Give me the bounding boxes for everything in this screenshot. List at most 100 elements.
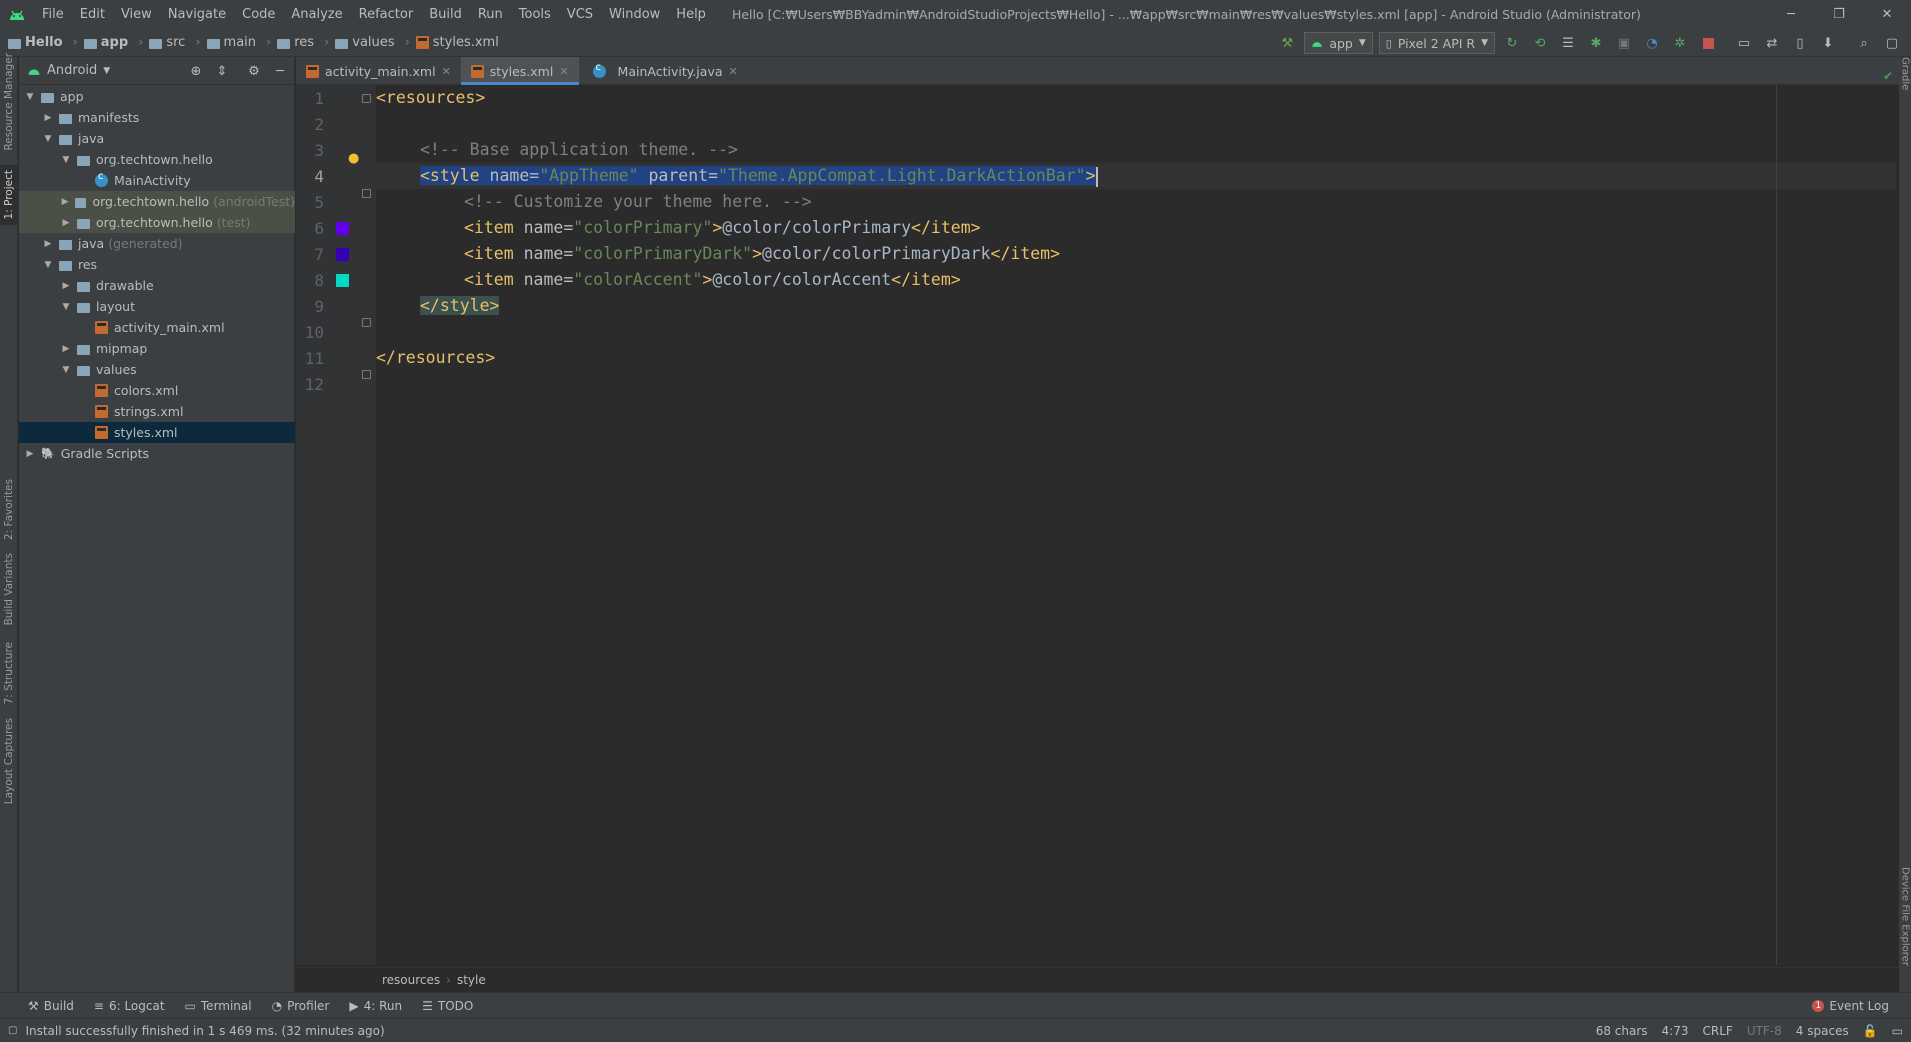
tool-tab-gradle[interactable]: Gradle [1899,57,1911,127]
lightbulb-icon[interactable]: ● [348,151,360,166]
chevron-right-icon[interactable]: ▶ [59,281,73,291]
event-log-button[interactable]: 1 Event Log [1812,993,1889,1019]
minimize-button[interactable]: ─ [1767,0,1815,29]
fold-marker-icon[interactable] [362,318,371,327]
search-icon[interactable]: ⌕ [1853,32,1875,54]
chevron-right-icon[interactable]: ▶ [41,239,55,249]
chevron-right-icon[interactable]: ▶ [59,344,73,354]
color-primary-dark-swatch[interactable] [336,248,349,261]
close-icon[interactable]: ✕ [729,65,738,78]
tree-item-activity-main-xml[interactable]: activity_main.xml [19,317,295,338]
chevron-down-icon[interactable]: ▼ [59,302,73,312]
fold-marker-icon[interactable] [362,94,371,103]
line-separator[interactable]: CRLF [1703,1024,1733,1038]
breadcrumb-item-hello[interactable]: Hello › [8,35,84,50]
breadcrumb-item-src[interactable]: src › [149,35,206,50]
tree-item-mipmap[interactable]: ▶ mipmap [19,338,295,359]
chevron-right-icon[interactable]: ▶ [41,113,55,123]
tree-item-gradle-scripts[interactable]: ▶ 🐘 Gradle Scripts [19,443,295,464]
bottom-tab-4-run[interactable]: ▶ 4: Run [349,999,402,1013]
chevron-down-icon[interactable]: ▼ [23,92,37,102]
chevron-right-icon[interactable]: ▶ [23,449,37,459]
chevron-down-icon[interactable]: ▼ [59,155,73,165]
bottom-tab-todo[interactable]: ☰ TODO [422,999,473,1013]
tool-tab-layout-captures[interactable]: Layout Captures [0,715,18,807]
tree-item-mainactivity[interactable]: MainActivity [19,170,295,191]
debug-icon[interactable]: ✱ [1585,32,1607,54]
tree-item-layout[interactable]: ▼ layout [19,296,295,317]
menu-vcs[interactable]: VCS [559,0,601,29]
tab-activity-main-xml[interactable]: activity_main.xml ✕ [296,57,461,85]
tree-item-colors-xml[interactable]: colors.xml [19,380,295,401]
color-accent-swatch[interactable] [336,274,349,287]
menu-view[interactable]: View [113,0,160,29]
close-icon[interactable]: ✕ [442,65,451,78]
tree-item-values[interactable]: ▼ values [19,359,295,380]
close-button[interactable]: ✕ [1863,0,1911,29]
chevron-right-icon[interactable]: ▶ [59,218,73,228]
close-icon[interactable]: ✕ [559,65,568,78]
make-project-hammer-icon[interactable]: ⚒ [1276,32,1298,54]
locate-target-icon[interactable]: ⊕ [188,64,204,79]
caret-position[interactable]: 4:73 [1662,1024,1689,1038]
hide-icon[interactable]: ─ [272,64,288,79]
menu-window[interactable]: Window [601,0,668,29]
stop-icon[interactable] [1697,32,1719,54]
bottom-tab-build[interactable]: ⚒ Build [28,999,74,1013]
breadcrumb-item-main[interactable]: main › [206,35,278,50]
tree-item-strings-xml[interactable]: strings.xml [19,401,295,422]
tree-item-styles-xml[interactable]: styles.xml [19,422,295,443]
debug-attach-icon[interactable]: ✲ [1669,32,1691,54]
tree-item-manifests[interactable]: ▶ manifests [19,107,295,128]
menu-file[interactable]: File [34,0,72,29]
fold-marker-icon[interactable] [362,370,371,379]
indent-setting[interactable]: 4 spaces [1796,1024,1849,1038]
list-icon[interactable]: ☰ [1557,32,1579,54]
apply-changes-restart-icon[interactable]: ↻ [1501,32,1523,54]
menu-refactor[interactable]: Refactor [351,0,422,29]
chevron-down-icon[interactable]: ▼ [41,260,55,270]
project-view-select[interactable]: Android ▼ [27,63,110,78]
breadcrumb-item-values[interactable]: values › [335,35,416,50]
chevron-right-icon[interactable]: ▶ [59,197,71,207]
project-structure-icon[interactable]: ▭ [1733,32,1755,54]
fold-marker-icon[interactable] [362,189,371,198]
sdk-manager-icon[interactable]: ⬇ [1817,32,1839,54]
breadcrumb-item-res[interactable]: res › [277,35,335,50]
tree-item-java[interactable]: ▼ java [19,128,295,149]
menu-edit[interactable]: Edit [72,0,113,29]
editor-crumb-resources[interactable]: resources [382,973,440,987]
apply-code-changes-icon[interactable]: ⟲ [1529,32,1551,54]
menu-analyze[interactable]: Analyze [283,0,350,29]
tab-styles-xml[interactable]: styles.xml ✕ [460,57,579,85]
breadcrumb-item-styles-xml[interactable]: styles.xml [415,35,499,50]
tree-item-drawable[interactable]: ▶ drawable [19,275,295,296]
breadcrumb-item-app[interactable]: app › [83,35,150,50]
lock-icon[interactable]: 🔓 [1863,1024,1878,1038]
menu-run[interactable]: Run [470,0,511,29]
menu-tools[interactable]: Tools [511,0,559,29]
run-config-select[interactable]: app ▼ [1304,32,1373,54]
code-area[interactable]: <resources> <!-- Base application theme.… [376,85,1896,965]
attach-debugger-icon[interactable]: ▣ [1613,32,1635,54]
notifications-icon[interactable]: ▢ [1881,32,1903,54]
bottom-tab-profiler[interactable]: ◔ Profiler [272,999,330,1013]
chevron-down-icon[interactable]: ▼ [41,134,55,144]
bottom-tab-6-logcat[interactable]: ≡ 6: Logcat [94,999,165,1013]
tool-tab-7-structure[interactable]: 7: Structure [0,635,18,711]
bottom-tab-terminal[interactable]: ▭ Terminal [185,999,252,1013]
menu-help[interactable]: Help [668,0,714,29]
menu-build[interactable]: Build [421,0,470,29]
tool-tab-device-file-explorer[interactable]: Device File Explorer [1899,867,1911,987]
editor-crumb-style[interactable]: style [457,973,486,987]
tree-item-java-generated[interactable]: ▶ java (generated) [19,233,295,254]
tab-mainactivity-java[interactable]: MainActivity.java ✕ [579,57,748,85]
chevron-down-icon[interactable]: ▼ [59,365,73,375]
tree-item-res[interactable]: ▼ res [19,254,295,275]
color-primary-swatch[interactable] [336,222,349,235]
tree-item-org-techtown-hello[interactable]: ▼ org.techtown.hello [19,149,295,170]
tree-item-app[interactable]: ▼ app [19,86,295,107]
sync-gradle-icon[interactable]: ⇄ [1761,32,1783,54]
avd-manager-icon[interactable]: ▯ [1789,32,1811,54]
menu-code[interactable]: Code [234,0,283,29]
